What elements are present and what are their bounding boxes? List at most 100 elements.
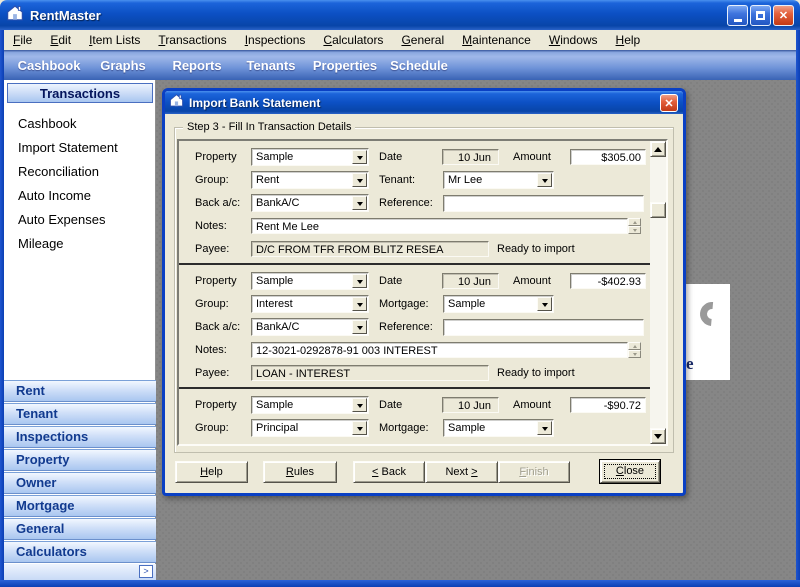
tenant-select[interactable]: Mr Lee <box>443 171 554 189</box>
dropdown-arrow-icon[interactable] <box>352 398 367 412</box>
window-frame-bottom <box>0 580 800 587</box>
notes-spinner[interactable] <box>628 218 641 234</box>
sidebar-item-auto-expenses[interactable]: Auto Expenses <box>4 208 155 232</box>
sidebar-item-import-statement[interactable]: Import Statement <box>4 136 155 160</box>
spinner-down-icon[interactable] <box>628 226 641 234</box>
sidebar-category-tenant[interactable]: Tenant <box>4 403 156 425</box>
sidebar-item-cashbook[interactable]: Cashbook <box>4 112 155 136</box>
sidebar-item-reconciliation[interactable]: Reconciliation <box>4 160 155 184</box>
menu-help[interactable]: Help <box>607 31 650 49</box>
dropdown-arrow-icon[interactable] <box>352 297 367 311</box>
scroll-down-icon[interactable] <box>650 428 666 444</box>
dropdown-arrow-icon[interactable] <box>352 421 367 435</box>
menu-edit[interactable]: Edit <box>41 31 80 49</box>
help-button[interactable]: Help <box>175 461 248 483</box>
spinner-up-icon[interactable] <box>628 218 641 226</box>
property-label: Property <box>195 275 237 287</box>
reference-input[interactable] <box>443 195 644 212</box>
property-select[interactable]: Sample <box>251 396 369 414</box>
sidebar-category-rent[interactable]: Rent <box>4 380 156 402</box>
group-value: Interest <box>256 298 293 310</box>
notes-input[interactable]: 12-3021-0292878-91 003 INTEREST <box>251 342 628 358</box>
back-ac-select[interactable]: BankA/C <box>251 318 369 336</box>
dropdown-arrow-icon[interactable] <box>537 421 552 435</box>
dropdown-arrow-icon[interactable] <box>352 320 367 334</box>
notes-spinner[interactable] <box>628 342 641 358</box>
rules-button[interactable]: Rules <box>263 461 337 483</box>
transactions-list: Property Sample Date 10 Jun Amount $305.… <box>179 141 650 444</box>
dropdown-arrow-icon[interactable] <box>352 196 367 210</box>
toolbar-schedule[interactable]: Schedule <box>382 58 456 73</box>
mortgage-select[interactable]: Sample <box>443 419 554 437</box>
spinner-down-icon[interactable] <box>628 350 641 358</box>
menu-windows[interactable]: Windows <box>540 31 607 49</box>
group-select[interactable]: Interest <box>251 295 369 313</box>
amount-field: $305.00 <box>570 149 646 165</box>
app-house-icon <box>6 4 24 27</box>
reference-input[interactable] <box>443 319 644 336</box>
menu-file[interactable]: File <box>4 31 41 49</box>
amount-field: -$402.93 <box>570 273 646 289</box>
spinner-up-icon[interactable] <box>628 342 641 350</box>
main-toolbar: Cashbook Graphs Reports Tenants Properti… <box>4 50 796 80</box>
dropdown-arrow-icon[interactable] <box>537 173 552 187</box>
menu-calculators[interactable]: Calculators <box>314 31 392 49</box>
sidebar-category-general[interactable]: General <box>4 518 156 540</box>
date-label: Date <box>379 399 402 411</box>
transactions-scrollbar[interactable] <box>650 141 666 444</box>
sidebar-category-owner[interactable]: Owner <box>4 472 156 494</box>
dropdown-arrow-icon[interactable] <box>352 173 367 187</box>
scroll-up-icon[interactable] <box>650 141 666 157</box>
menu-item-lists[interactable]: Item Lists <box>80 31 149 49</box>
payee-label: Payee: <box>195 367 229 379</box>
back-button[interactable]: < Back <box>353 461 425 483</box>
group-select[interactable]: Principal <box>251 419 369 437</box>
sidebar-category-mortgage[interactable]: Mortgage <box>4 495 156 517</box>
toolbar-properties[interactable]: Properties <box>308 58 382 73</box>
menu-transactions[interactable]: Transactions <box>149 31 235 49</box>
mortgage-value: Sample <box>448 298 485 310</box>
sidebar-category-inspections[interactable]: Inspections <box>4 426 156 448</box>
sidebar-category-property[interactable]: Property <box>4 449 156 471</box>
app-title: RentMaster <box>30 8 101 23</box>
mortgage-select[interactable]: Sample <box>443 295 554 313</box>
group-select[interactable]: Rent <box>251 171 369 189</box>
close-button[interactable]: ✕ <box>773 5 794 26</box>
group-label: Group: <box>195 174 229 186</box>
back-ac-select[interactable]: BankA/C <box>251 194 369 212</box>
property-value: Sample <box>256 399 293 411</box>
transaction-block: Property Sample Date 10 Jun Amount -$402… <box>179 265 650 389</box>
dialog-titlebar: Import Bank Statement ✕ <box>165 91 683 114</box>
dropdown-arrow-icon[interactable] <box>352 150 367 164</box>
dialog-close-button[interactable]: ✕ <box>660 94 678 112</box>
toolbar-reports[interactable]: Reports <box>160 58 234 73</box>
sidebar-expand-button[interactable]: > <box>139 565 153 578</box>
dropdown-arrow-icon[interactable] <box>352 274 367 288</box>
menu-bar: File Edit Item Lists Transactions Inspec… <box>4 30 796 50</box>
next-button[interactable]: Next > <box>425 461 498 483</box>
sidebar-section-title[interactable]: Transactions <box>7 83 153 103</box>
maximize-button[interactable] <box>750 5 771 26</box>
toolbar-tenants[interactable]: Tenants <box>234 58 308 73</box>
property-label: Property <box>195 151 237 163</box>
menu-general[interactable]: General <box>392 31 453 49</box>
dropdown-arrow-icon[interactable] <box>537 297 552 311</box>
toolbar-cashbook[interactable]: Cashbook <box>12 58 86 73</box>
sidebar-item-mileage[interactable]: Mileage <box>4 232 155 256</box>
group-label: Group: <box>195 298 229 310</box>
mdi-area: Transactions Cashbook Import Statement R… <box>4 80 796 580</box>
sidebar-category-calculators[interactable]: Calculators <box>4 541 156 563</box>
date-field: 10 Jun <box>442 397 499 413</box>
sidebar-item-auto-income[interactable]: Auto Income <box>4 184 155 208</box>
notes-input[interactable]: Rent Me Lee <box>251 218 628 234</box>
property-select[interactable]: Sample <box>251 272 369 290</box>
scrollbar-thumb[interactable] <box>650 202 666 218</box>
close-icon: ✕ <box>779 9 788 22</box>
close-dialog-button[interactable]: Close <box>600 460 660 483</box>
toolbar-graphs[interactable]: Graphs <box>86 58 160 73</box>
minimize-button[interactable] <box>727 5 748 26</box>
menu-maintenance[interactable]: Maintenance <box>453 31 540 49</box>
menu-inspections[interactable]: Inspections <box>236 31 315 49</box>
property-select[interactable]: Sample <box>251 148 369 166</box>
window-frame-right <box>796 30 800 587</box>
